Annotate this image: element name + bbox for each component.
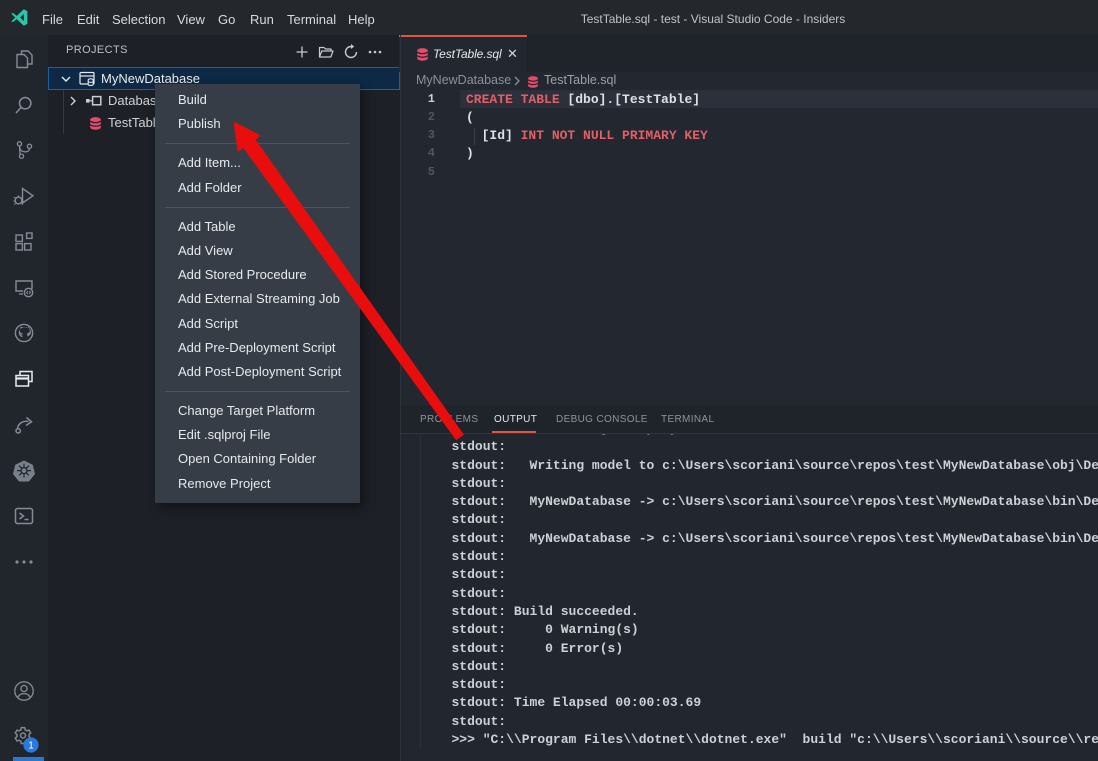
svg-text:1: 1: [28, 740, 34, 751]
